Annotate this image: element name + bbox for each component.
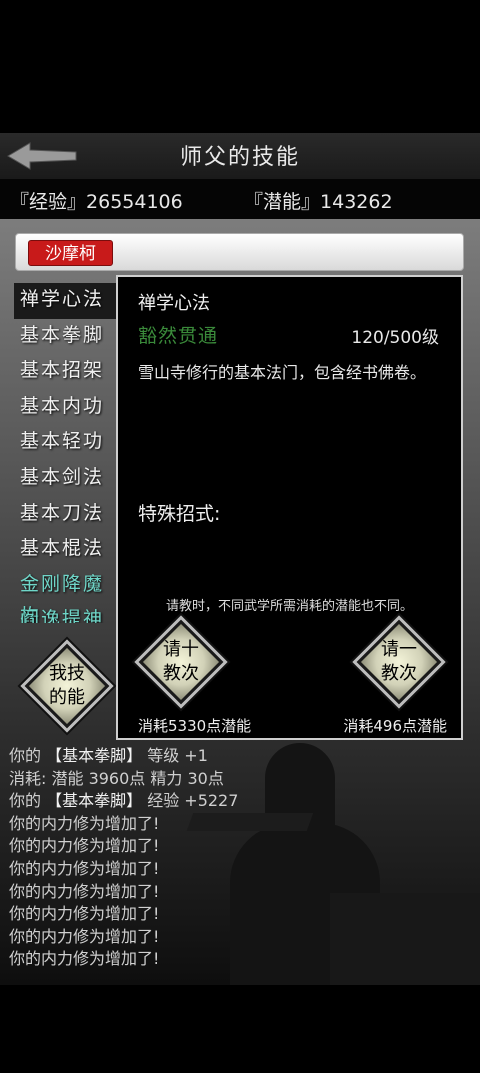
log-skill: 【基本拳脚】 [46, 791, 143, 811]
learn-ten-cost: 消耗5330点潜能 [138, 717, 252, 735]
log-line: 你的 【基本拳脚】 等级 +1 [9, 745, 409, 768]
log-line: 你的内力修为增加了! [9, 926, 160, 946]
exp-value: 26554106 [86, 191, 183, 213]
skill-item[interactable]: 禅学心法 [14, 283, 124, 319]
my-skills-line1: 我技 [49, 663, 85, 684]
skill-item[interactable]: 基本刀法 [14, 497, 124, 533]
game-stage: 师父的技能 『经验』26554106 『潜能』143262 沙摩柯 禅学心法 基… [0, 133, 480, 985]
skill-description: 雪山寺修行的基本法门，包含经书佛卷。 [138, 363, 427, 382]
learn-one-line2: 教次 [381, 663, 417, 684]
log-line: 你的内力修为增加了! [9, 836, 160, 856]
skill-item[interactable]: 基本内功 [14, 390, 124, 426]
my-skills-line2: 的能 [49, 687, 85, 708]
learn-ten-line1: 请十 [163, 639, 199, 660]
skill-level: 120/500级 [351, 328, 439, 348]
learn-ten-button[interactable]: 请十 教次 [138, 619, 224, 705]
log-text: 你的 [9, 746, 47, 765]
learn-one-button[interactable]: 请一 教次 [356, 619, 442, 705]
learn-one-cost: 消耗496点潜能 [343, 717, 447, 735]
my-skills-label: 我技 的能 [24, 643, 110, 729]
log-text: 你的 [9, 791, 47, 811]
exp-label: 『经验』 [10, 191, 87, 213]
log-line: 你的内力修为增加了! [9, 904, 160, 924]
log-line: 你的内力修为增加了! [9, 858, 160, 878]
log-line: 你的内力修为增加了! [9, 813, 160, 833]
learn-ten-label: 请十 教次 [138, 619, 224, 705]
learn-one-line1: 请一 [381, 639, 417, 660]
log-skill: 【基本拳脚】 [46, 746, 143, 765]
skill-item[interactable]: 阎逸提神诀 [14, 603, 124, 623]
log-text: 等级 +1 [142, 746, 208, 765]
skill-item[interactable]: 基本招架 [14, 354, 124, 390]
skill-item[interactable]: 基本剑法 [14, 461, 124, 497]
skill-detail-panel: 禅学心法 豁然贯通 120/500级 雪山寺修行的基本法门，包含经书佛卷。 特殊… [116, 275, 463, 740]
app-root: 师父的技能 『经验』26554106 『潜能』143262 沙摩柯 禅学心法 基… [0, 0, 480, 1073]
skill-item[interactable]: 金刚降魔杵 [14, 568, 124, 623]
stats-row: 『经验』26554106 『潜能』143262 [0, 179, 480, 219]
page-title: 师父的技能 [179, 145, 300, 170]
special-moves-label: 特殊招式: [138, 503, 221, 525]
log-line: 你的 【基本拳脚】 经验 +5227 [9, 790, 409, 813]
learn-ten-line2: 教次 [163, 663, 199, 684]
skill-item[interactable]: 基本棍法 [14, 532, 124, 568]
log-text: 经验 +5227 [142, 791, 239, 811]
my-skills-button[interactable]: 我技 的能 [24, 643, 110, 729]
teaching-note: 请教时，不同武学所需消耗的潜能也不同。 [165, 599, 413, 614]
skill-name: 禅学心法 [138, 293, 210, 314]
log-line: 你的内力修为增加了! [9, 881, 160, 901]
potential-stat: 『潜能』143262 [244, 187, 393, 214]
skill-list[interactable]: 禅学心法 基本拳脚 基本招架 基本内功 基本轻功 基本剑法 基本刀法 基本棍法 … [14, 283, 124, 623]
master-name-bar: 沙摩柯 [15, 233, 464, 271]
log-text: 消耗: 潜能 3960点 精力 30点 [9, 768, 224, 788]
potential-value: 143262 [320, 191, 393, 213]
exp-stat: 『经验』26554106 [10, 187, 183, 214]
skill-item[interactable]: 基本轻功 [14, 425, 124, 461]
skill-rank: 豁然贯通 [138, 325, 219, 347]
skill-item[interactable]: 基本拳脚 [14, 319, 124, 355]
message-log: 你的 【基本拳脚】 等级 +1 消耗: 潜能 3960点 精力 30点 你的 【… [9, 745, 409, 971]
learn-one-label: 请一 教次 [356, 619, 442, 705]
potential-label: 『潜能』 [244, 191, 321, 213]
log-line: 你的内力修为增加了! [9, 949, 160, 969]
master-name-tag[interactable]: 沙摩柯 [28, 240, 113, 266]
log-line: 消耗: 潜能 3960点 精力 30点 [9, 768, 409, 791]
header-bar: 师父的技能 [0, 133, 480, 179]
